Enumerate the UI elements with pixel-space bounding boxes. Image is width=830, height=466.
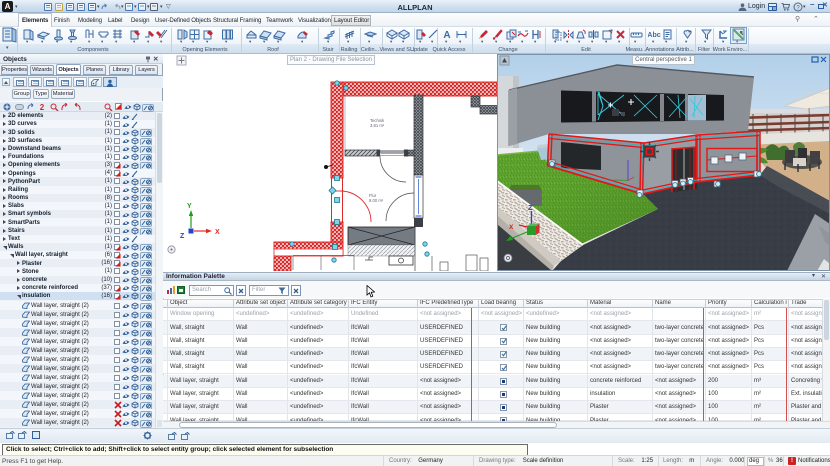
svg-text:X: X <box>509 224 514 231</box>
svg-text:8.00 m²: 8.00 m² <box>369 198 384 203</box>
svg-text:X: X <box>215 229 220 236</box>
svg-text:3.81 m²: 3.81 m² <box>370 123 385 128</box>
svg-text:Z: Z <box>528 203 533 212</box>
svg-text:Z: Z <box>180 233 185 240</box>
svg-text:2: 2 <box>40 103 45 111</box>
svg-text:Abc: Abc <box>648 32 661 39</box>
svg-text:Y: Y <box>187 203 192 210</box>
